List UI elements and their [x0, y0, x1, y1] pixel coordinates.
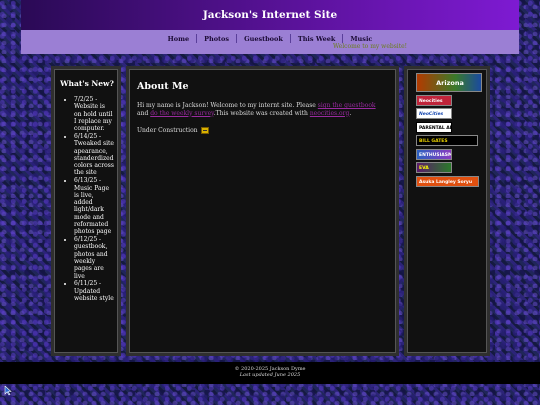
construction-text: Under Construction [137, 127, 198, 134]
neocities-badge[interactable]: NeoCities [416, 108, 452, 119]
site-footer: © 2020-2025 Jackson Dyme Last updated Ju… [0, 362, 540, 384]
news-item: 6/14/25 - Tweaked site apearance, stande… [74, 133, 114, 177]
guestbook-link[interactable]: sign the guestbook [318, 102, 376, 109]
nav-home-link[interactable]: Home [161, 35, 197, 43]
weekly-survey-link[interactable]: do the weekly survey [150, 110, 214, 117]
main-content: About Me Hi my name is Jackson! Welcome … [126, 66, 399, 356]
arizona-badge[interactable]: Arizona [416, 73, 482, 92]
intro-paragraph: Hi my name is Jackson! Welcome to my int… [137, 102, 388, 117]
news-list: 7/2/25 - Website is on hold until I repl… [60, 96, 114, 302]
nav-guestbook-link[interactable]: Guestbook [237, 35, 290, 43]
construction-notice: Under Construction [137, 127, 388, 135]
construction-icon [200, 127, 209, 134]
last-updated-text: Last updated June 2025 [239, 372, 301, 378]
about-me-heading: About Me [137, 81, 189, 92]
news-item: 6/13/25 - Music Page is live, added ligh… [74, 177, 114, 235]
neocities-badge-red[interactable]: Neocities [416, 94, 452, 106]
intro-text: .This website was created with [213, 109, 310, 117]
enthusiasm-badge[interactable]: ENTHUSIASM [416, 148, 452, 160]
site-title: Jackson's Internet Site [202, 9, 338, 21]
welcome-marquee: Welcome to my website! [333, 43, 408, 50]
nav-music-link[interactable]: Music [343, 35, 379, 43]
intro-text: Hi my name is Jackson! Welcome to my int… [137, 102, 318, 109]
eva-badge[interactable]: EVA [416, 162, 452, 173]
news-item: 6/12/25 - guestbook, photos and weekly p… [74, 236, 114, 280]
bill-gates-badge[interactable]: BILL GATES [416, 135, 478, 146]
nav-photos-link[interactable]: Photos [197, 35, 236, 43]
site-header: Jackson's Internet Site [21, 0, 519, 30]
neocities-link[interactable]: neocities.org [310, 110, 350, 117]
news-item: 7/2/25 - Website is on hold until I repl… [74, 96, 114, 132]
intro-text: and [137, 109, 151, 117]
nav-bar: Home Photos Guestbook This Week Music We… [21, 30, 519, 54]
whats-new-sidebar: What's New? 7/2/25 - Website is on hold … [51, 66, 121, 356]
asuka-badge[interactable]: Asuka Langley Soryu [416, 175, 479, 187]
nav-links: Home Photos Guestbook This Week Music [21, 34, 519, 43]
intro-text: . [349, 109, 352, 117]
parental-advisory-badge[interactable]: PARENTAL ADVISORY [416, 121, 452, 133]
badges-sidebar: Arizona Neocities NeoCities PARENTAL ADV… [404, 66, 490, 356]
news-item: 6/11/25 - Updated website style [74, 280, 114, 302]
mouse-cursor-icon [4, 386, 12, 396]
whats-new-heading: What's New? [60, 79, 114, 88]
nav-this-week-link[interactable]: This Week [291, 35, 343, 43]
